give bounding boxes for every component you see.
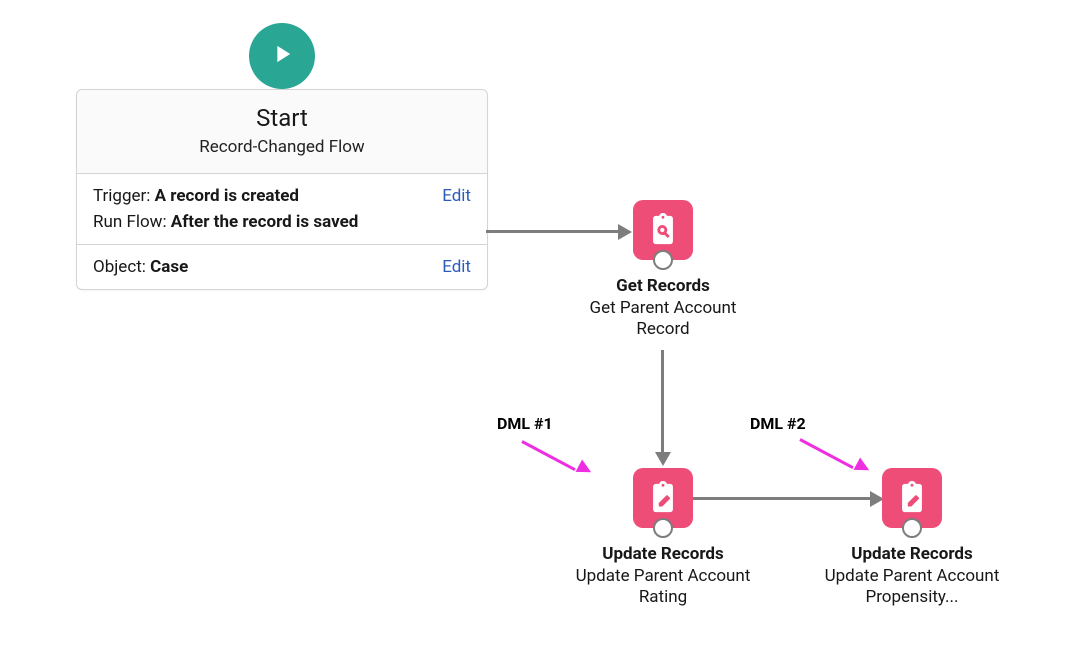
node-subtitle: Update Parent Account Propensity...	[812, 566, 1012, 609]
start-title: Start	[87, 104, 477, 133]
annotation-dml2-label: DML #2	[750, 414, 806, 433]
edit-object-link[interactable]: Edit	[442, 257, 471, 277]
edit-trigger-link[interactable]: Edit	[442, 186, 471, 206]
runflow-label: Run Flow:	[93, 212, 171, 232]
start-trigger-row: Trigger: A record is created Run Flow: A…	[77, 174, 487, 245]
start-object-row: Object: Case Edit	[77, 245, 487, 289]
start-card[interactable]: Start Record-Changed Flow Trigger: A rec…	[76, 89, 488, 290]
arrow-get-to-upd1	[655, 452, 671, 466]
annotation-dml1-label: DML #1	[497, 414, 553, 433]
node-update-records-2[interactable]: Update Records Update Parent Account Pro…	[812, 468, 1012, 609]
node-title: Update Records	[563, 544, 763, 564]
object-value: Case	[150, 257, 188, 277]
start-badge[interactable]	[249, 23, 315, 89]
object-label: Object:	[93, 257, 150, 277]
node-get-records[interactable]: Get Records Get Parent Account Record	[563, 200, 763, 341]
clipboard-search-icon	[633, 200, 693, 260]
runflow-value: After the record is saved	[171, 212, 359, 232]
annotation-dml1-arrow	[522, 440, 582, 443]
trigger-value: A record is created	[155, 186, 299, 206]
connector-get-to-upd1	[661, 350, 664, 455]
clipboard-edit-icon	[633, 468, 693, 528]
play-icon	[268, 40, 296, 72]
start-header: Start Record-Changed Flow	[77, 90, 487, 174]
start-subtitle: Record-Changed Flow	[87, 137, 477, 157]
node-subtitle: Get Parent Account Record	[563, 298, 763, 341]
out-port[interactable]	[653, 250, 673, 270]
node-update-records-1[interactable]: Update Records Update Parent Account Rat…	[563, 468, 763, 609]
out-port[interactable]	[902, 518, 922, 538]
out-port[interactable]	[653, 518, 673, 538]
trigger-label: Trigger:	[93, 186, 155, 206]
node-title: Update Records	[812, 544, 1012, 564]
clipboard-edit-icon	[882, 468, 942, 528]
node-subtitle: Update Parent Account Rating	[563, 566, 763, 609]
node-title: Get Records	[563, 276, 763, 296]
annotation-dml2-arrow	[800, 438, 860, 441]
flow-canvas: Start Record-Changed Flow Trigger: A rec…	[0, 0, 1076, 665]
